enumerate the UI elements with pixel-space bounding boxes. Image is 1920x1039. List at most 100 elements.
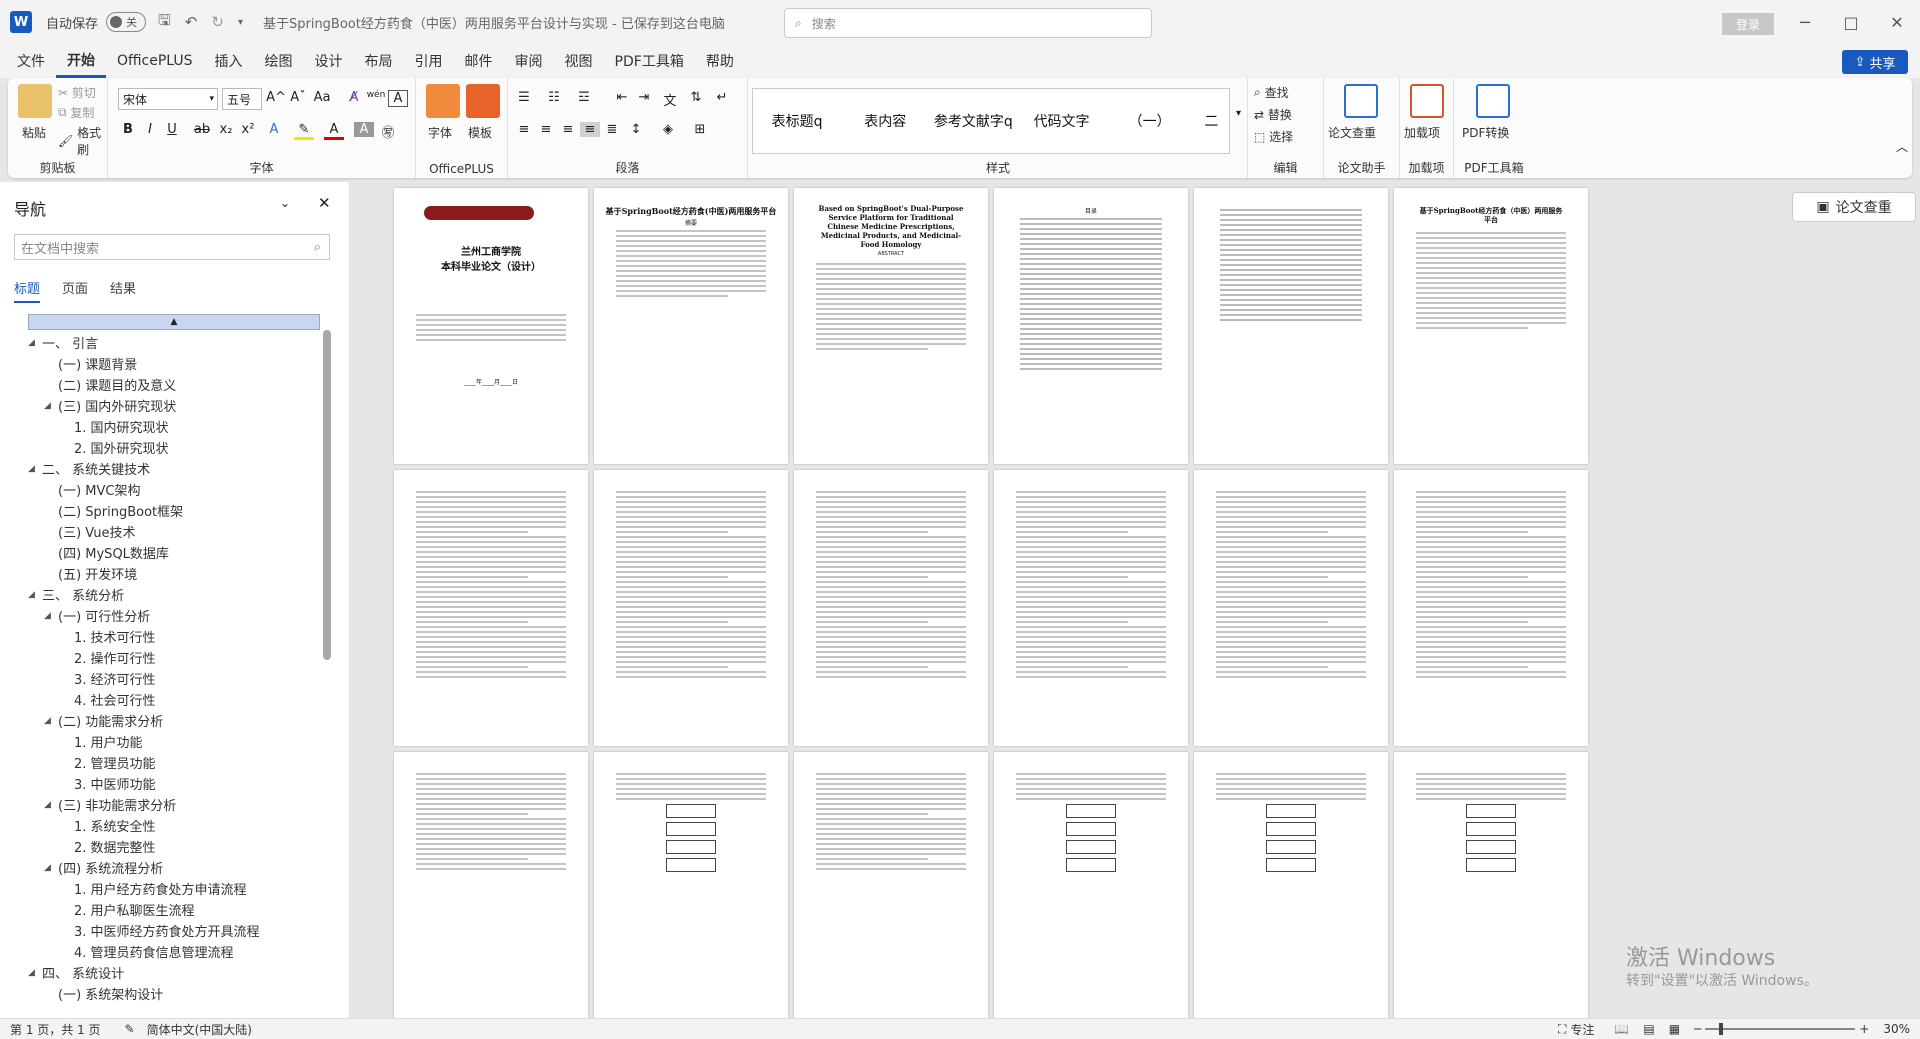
officeplus-template-icon[interactable]	[466, 84, 500, 118]
nav-heading-item[interactable]: (一) 系统架构设计	[28, 983, 320, 1004]
page-thumbnail[interactable]	[1194, 752, 1388, 1018]
search-box[interactable]: ⌕ 搜索	[784, 8, 1152, 38]
phonetic-guide-button[interactable]: wén	[366, 90, 386, 100]
bullets-icon[interactable]: ☰	[514, 90, 534, 105]
style-item[interactable]: 二	[1194, 111, 1229, 131]
highlight-icon[interactable]: ✎	[294, 122, 314, 140]
expand-triangle-icon[interactable]: ◢	[44, 716, 58, 726]
page-count[interactable]: 第 1 页，共 1 页	[10, 1021, 101, 1038]
shrink-font-button[interactable]: Aˇ	[288, 90, 308, 105]
nav-heading-item[interactable]: ◢ (二) 功能需求分析	[28, 710, 320, 731]
nav-heading-item[interactable]: 2. 数据完整性	[28, 836, 320, 857]
maximize-icon[interactable]: □	[1828, 0, 1874, 44]
shading-icon[interactable]: ◈	[658, 122, 678, 137]
expand-triangle-icon[interactable]: ◢	[28, 338, 42, 348]
page-thumbnail[interactable]	[1394, 470, 1588, 746]
underline-button[interactable]: U	[162, 122, 182, 137]
nav-search-input[interactable]: 在文档中搜索 ⌕	[14, 234, 330, 260]
font-color-button[interactable]: A	[324, 122, 344, 140]
expand-triangle-icon[interactable]: ◢	[28, 590, 42, 600]
show-marks-icon[interactable]: ↵	[712, 90, 732, 105]
char-shading-icon[interactable]: A	[354, 122, 374, 137]
borders-icon[interactable]: ⊞	[690, 122, 710, 137]
nav-heading-item[interactable]: 3. 中医师经方药食处方开具流程	[28, 920, 320, 941]
nav-scrollbar[interactable]	[322, 314, 332, 1004]
cut-button[interactable]: ✂ 剪切	[58, 84, 96, 101]
change-case-button[interactable]: Aa	[312, 90, 332, 105]
tab-pages[interactable]: 页面	[62, 278, 88, 303]
page-thumbnail[interactable]	[1394, 752, 1588, 1018]
page-thumbnail[interactable]	[594, 470, 788, 746]
nav-heading-item[interactable]: 2. 用户私聊医生流程	[28, 899, 320, 920]
page-thumbnail[interactable]	[394, 752, 588, 1018]
nav-heading-item[interactable]: 2. 国外研究现状	[28, 437, 320, 458]
read-mode-icon[interactable]: 📖	[1614, 1022, 1629, 1036]
page-thumbnail[interactable]	[394, 470, 588, 746]
superscript-button[interactable]: x²	[238, 122, 258, 137]
page-thumbnail[interactable]	[1194, 470, 1388, 746]
char-border-button[interactable]: A	[388, 90, 408, 107]
format-painter-button[interactable]: 🖌 格式刷	[58, 124, 107, 158]
menu-draw[interactable]: 绘图	[254, 44, 304, 78]
nav-heading-item[interactable]: (一) 课题背景	[28, 353, 320, 374]
pdf-convert-icon[interactable]	[1476, 84, 1510, 118]
zoom-slider[interactable]	[1705, 1023, 1856, 1035]
nav-heading-item[interactable]: 4. 社会可行性	[28, 689, 320, 710]
style-gallery-scroll[interactable]: ▾	[1230, 78, 1248, 178]
align-center-icon[interactable]: ≡	[536, 122, 556, 137]
nav-collapse-bar[interactable]: ▲	[28, 314, 320, 330]
strikethrough-button[interactable]: ab	[192, 122, 212, 137]
find-button[interactable]: ⌕ 查找	[1254, 84, 1289, 101]
nav-heading-item[interactable]: ◢ (三) 国内外研究现状	[28, 395, 320, 416]
customize-quick-access-icon[interactable]: ▾	[238, 17, 243, 28]
addins-button[interactable]: 加载项	[1404, 124, 1440, 141]
menu-view[interactable]: 视图	[554, 44, 604, 78]
menu-mailings[interactable]: 邮件	[454, 44, 504, 78]
officeplus-font-button[interactable]: 字体	[428, 124, 452, 141]
line-spacing-icon[interactable]: ↕	[626, 122, 646, 137]
page-thumbnail[interactable]	[994, 470, 1188, 746]
select-button[interactable]: ⬚ 选择	[1254, 128, 1293, 145]
nav-heading-item[interactable]: (一) MVC架构	[28, 479, 320, 500]
autosave-toggle[interactable]: 关	[106, 12, 147, 32]
redo-icon[interactable]: ↻	[211, 13, 224, 31]
nav-heading-item[interactable]: ◢ (四) 系统流程分析	[28, 857, 320, 878]
page-cn-abstract[interactable]: 基于SpringBoot经方药食(中医)两用服务平台 摘要	[594, 188, 788, 464]
nav-heading-item[interactable]: 1. 国内研究现状	[28, 416, 320, 437]
paste-icon[interactable]	[18, 84, 52, 118]
zoom-in-icon[interactable]: +	[1859, 1022, 1869, 1036]
page-toc[interactable]: 目录	[994, 188, 1188, 464]
expand-triangle-icon[interactable]: ◢	[28, 968, 42, 978]
menu-home[interactable]: 开始	[56, 44, 106, 78]
nav-heading-item[interactable]: 2. 操作可行性	[28, 647, 320, 668]
document-area[interactable]: 兰州工商学院 本科毕业论文（设计） ____年____月____日 基于Spri…	[350, 182, 1920, 1018]
floating-plagiarism-check-button[interactable]: ▣ 论文查重	[1792, 192, 1916, 222]
page-intro[interactable]: 基于SpringBoot经方药食（中医）两用服务平台	[1394, 188, 1588, 464]
menu-file[interactable]: 文件	[6, 44, 56, 78]
justify-icon[interactable]: ≡	[580, 122, 600, 137]
nav-heading-item[interactable]: 4. 管理员药食信息管理流程	[28, 941, 320, 962]
menu-references[interactable]: 引用	[404, 44, 454, 78]
language-indicator[interactable]: 简体中文(中国大陆)	[147, 1021, 252, 1038]
page-thumbnail[interactable]	[594, 752, 788, 1018]
expand-triangle-icon[interactable]: ◢	[44, 401, 58, 411]
expand-triangle-icon[interactable]: ◢	[44, 800, 58, 810]
zoom-out-icon[interactable]: ─	[1694, 1022, 1701, 1036]
print-layout-icon[interactable]: ▤	[1643, 1022, 1654, 1036]
nav-close-icon[interactable]: ✕	[318, 194, 331, 212]
nav-options-icon[interactable]: ⌄	[280, 196, 290, 210]
nav-heading-item[interactable]: ◢ (三) 非功能需求分析	[28, 794, 320, 815]
login-button[interactable]: 登录	[1722, 13, 1774, 35]
addins-icon[interactable]	[1410, 84, 1444, 118]
officeplus-font-icon[interactable]	[426, 84, 460, 118]
minimize-icon[interactable]: ─	[1782, 0, 1828, 44]
grow-font-button[interactable]: A^	[266, 90, 286, 105]
sort-icon[interactable]: ⇅	[686, 90, 706, 105]
nav-heading-item[interactable]: 1. 技术可行性	[28, 626, 320, 647]
style-item[interactable]: 表内容	[841, 111, 929, 131]
plagiarism-check-icon[interactable]	[1344, 84, 1378, 118]
page-thumbnail[interactable]	[994, 752, 1188, 1018]
focus-mode-label[interactable]: 专注	[1570, 1021, 1594, 1038]
nav-heading-item[interactable]: ◢ 二、 系统关键技术	[28, 458, 320, 479]
zoom-slider-thumb[interactable]	[1719, 1023, 1724, 1035]
